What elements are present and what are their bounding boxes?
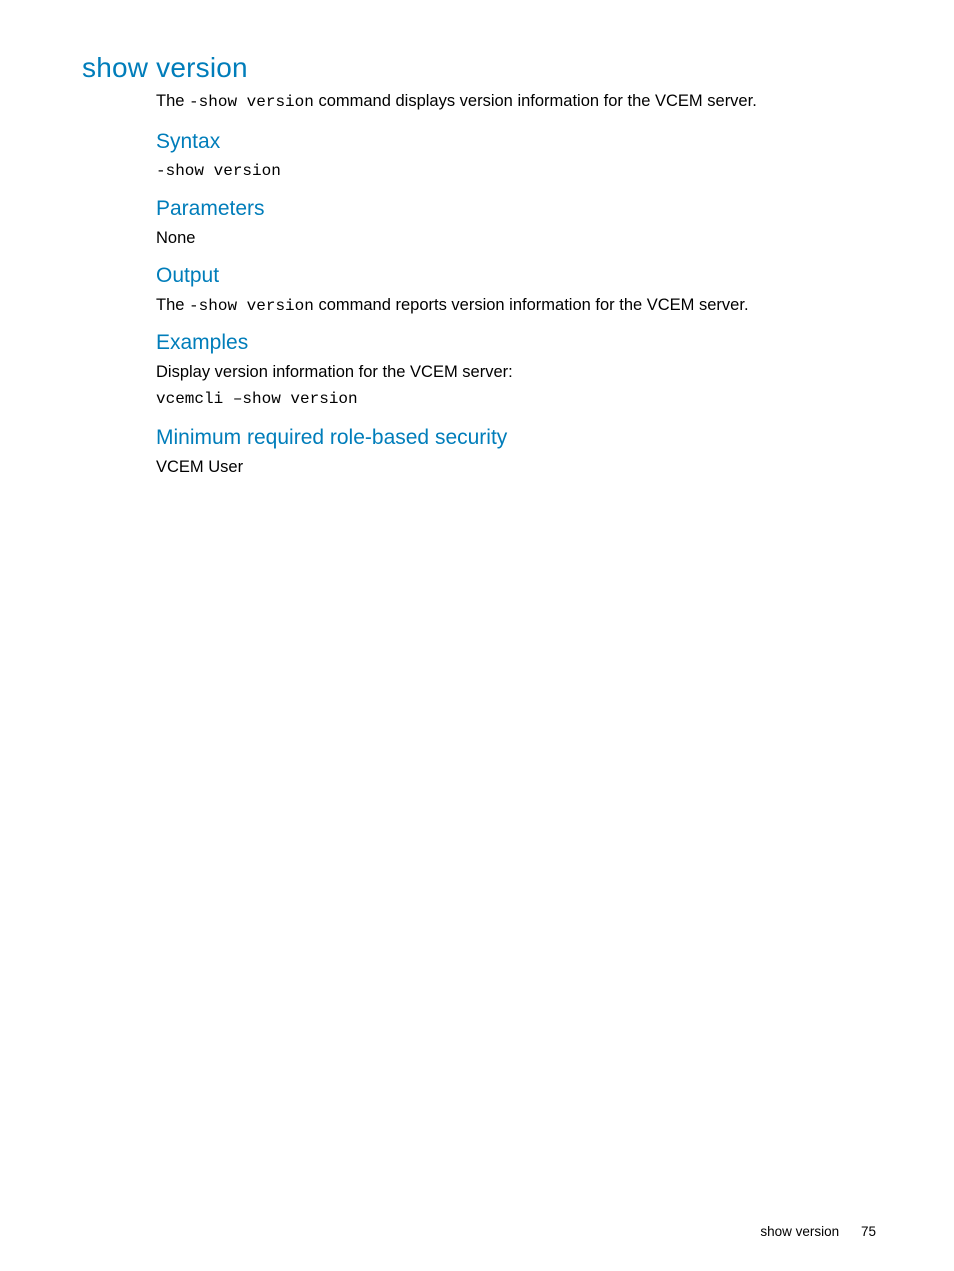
output-paragraph: The -show version command reports versio… (156, 294, 876, 317)
parameters-text: None (156, 227, 876, 250)
page-footer: show version 75 (760, 1224, 876, 1239)
intro-paragraph: The -show version command displays versi… (156, 90, 876, 114)
intro-command: -show version (189, 93, 314, 111)
intro-post: command displays version information for… (314, 92, 757, 110)
footer-title: show version (760, 1224, 839, 1239)
examples-text: Display version information for the VCEM… (156, 361, 876, 384)
output-post: command reports version information for … (314, 296, 749, 314)
examples-code: vcemcli –show version (156, 388, 876, 411)
output-heading: Output (156, 264, 876, 288)
output-pre: The (156, 296, 189, 314)
security-text: VCEM User (156, 456, 876, 479)
footer-page-number: 75 (861, 1224, 876, 1239)
content-block: The -show version command displays versi… (156, 90, 876, 483)
page-title: show version (82, 52, 248, 84)
output-command: -show version (189, 297, 314, 315)
examples-heading: Examples (156, 331, 876, 355)
syntax-heading: Syntax (156, 130, 876, 154)
intro-pre: The (156, 92, 189, 110)
syntax-code: -show version (156, 160, 876, 183)
security-heading: Minimum required role-based security (156, 426, 876, 450)
parameters-heading: Parameters (156, 197, 876, 221)
